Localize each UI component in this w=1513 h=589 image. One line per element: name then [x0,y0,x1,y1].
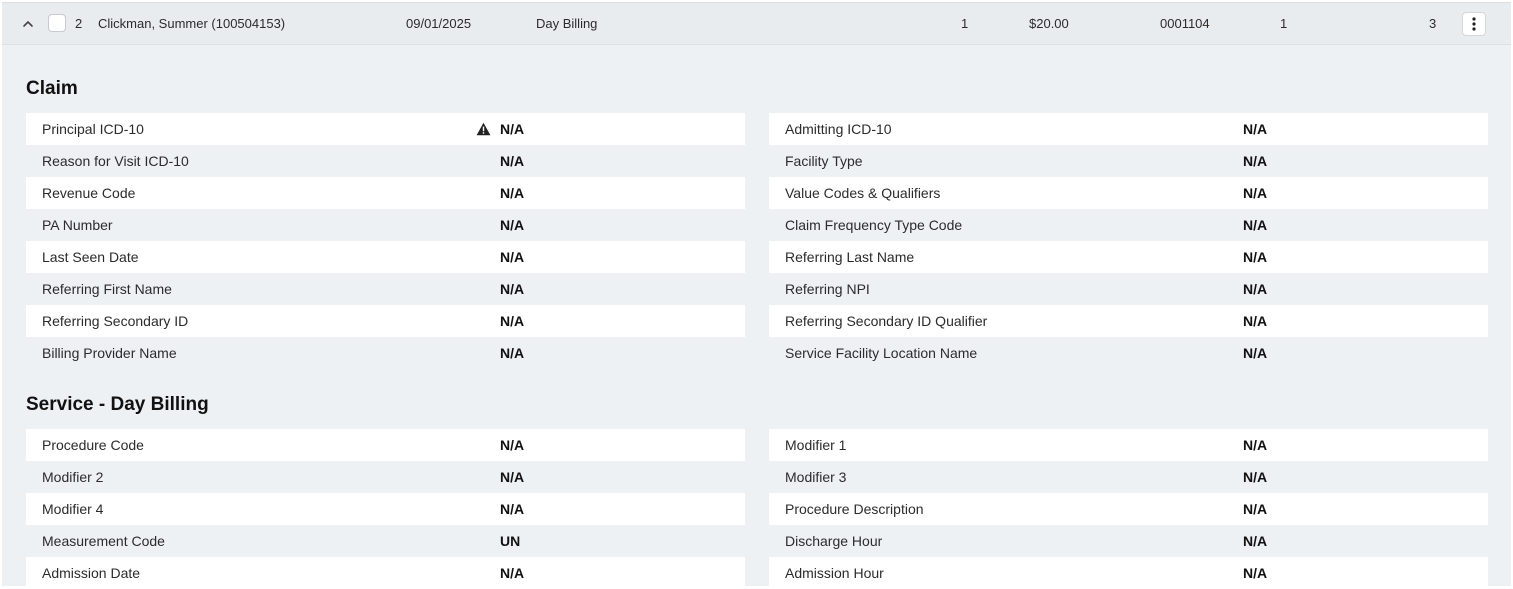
field-row: Revenue Code N/A [26,177,745,209]
field-label: Referring Secondary ID Qualifier [785,313,988,329]
field-label: PA Number [42,217,113,233]
field-value: N/A [1243,533,1268,549]
field-row: Procedure Code N/A [26,429,745,461]
field-label: Service Facility Location Name [785,345,978,361]
amount: $20.00 [1029,16,1069,31]
claim-details-panel: Claim Principal ICD-10 N/A Reason for Visi… [2,45,1511,589]
field-label: Admitting ICD-10 [785,121,892,137]
field-label: Facility Type [785,153,863,169]
field-value: N/A [1243,313,1268,329]
field-value: N/A [1243,345,1268,361]
column-value: 3 [1429,16,1437,31]
field-value: N/A [500,249,525,265]
field-row: Referring Last Name N/A [769,241,1488,273]
field-label: Claim Frequency Type Code [785,217,963,233]
field-value: N/A [500,281,525,297]
field-label: Referring NPI [785,281,870,297]
field-value: N/A [500,501,525,517]
field-row: Value Codes & Qualifiers N/A [769,177,1488,209]
billing-type: Day Billing [536,16,598,31]
field-value: N/A [500,469,525,485]
field-label: Reason for Visit ICD-10 [42,153,189,169]
kebab-menu-icon [1463,13,1485,35]
field-value: N/A [500,185,525,201]
field-value: N/A [500,565,525,581]
field-value: N/A [1243,185,1268,201]
service-section-title: Service - Day Billing [26,394,209,415]
field-label: Billing Provider Name [42,345,177,361]
field-value: N/A [1243,121,1268,137]
field-label: Discharge Hour [785,533,883,549]
claim-section-title: Claim [26,78,78,99]
field-row: Modifier 3 N/A [769,461,1488,493]
field-row: Reason for Visit ICD-10 N/A [26,145,745,177]
warning-triangle-icon [476,122,491,136]
field-row: Last Seen Date N/A [26,241,745,273]
field-row: Billing Provider Name N/A [26,337,745,369]
field-label: Last Seen Date [42,249,139,265]
field-row: Admitting ICD-10 N/A [769,113,1488,145]
field-label: Referring Last Name [785,249,915,265]
field-value: N/A [500,437,525,453]
field-row: Service Facility Location Name N/A [769,337,1488,369]
field-value: N/A [1243,217,1268,233]
field-row: Referring Secondary ID Qualifier N/A [769,305,1488,337]
field-label: Principal ICD-10 [42,121,144,137]
row-index: 2 [75,16,83,31]
field-row: Principal ICD-10 N/A [26,113,745,145]
units-count: 1 [961,16,969,31]
field-row: PA Number N/A [26,209,745,241]
field-value: N/A [500,217,525,233]
field-row: Admission Date N/A [26,557,745,589]
field-label: Measurement Code [42,533,165,549]
row-menu-button[interactable] [1462,12,1486,36]
field-row: Referring First Name N/A [26,273,745,305]
field-row: Measurement Code UN [26,525,745,557]
row-checkbox[interactable] [48,14,66,32]
field-value: N/A [1243,437,1268,453]
field-row: Facility Type N/A [769,145,1488,177]
field-label: Revenue Code [42,185,136,201]
service-date: 09/01/2025 [406,16,472,31]
field-value: N/A [500,313,525,329]
field-label: Value Codes & Qualifiers [785,185,941,201]
field-row: Discharge Hour N/A [769,525,1488,557]
field-row: Referring Secondary ID N/A [26,305,745,337]
client-name: Clickman, Summer (100504153) [98,16,286,31]
field-label: Procedure Description [785,501,924,517]
field-row: Referring NPI N/A [769,273,1488,305]
field-value: N/A [1243,281,1268,297]
billing-row-header[interactable]: 2 Clickman, Summer (100504153) 09/01/202… [2,2,1511,45]
field-label: Modifier 2 [42,469,104,485]
field-label: Procedure Code [42,437,144,453]
field-value: N/A [1243,501,1268,517]
field-label: Referring First Name [42,281,172,297]
field-value: N/A [500,121,525,137]
field-label: Modifier 3 [785,469,847,485]
field-value: N/A [1243,153,1268,169]
chevron-up-icon[interactable] [22,18,34,30]
field-value: UN [500,533,521,549]
field-label: Admission Hour [785,565,884,581]
field-row: Modifier 4 N/A [26,493,745,525]
field-row: Admission Hour N/A [769,557,1488,589]
field-row: Modifier 1 N/A [769,429,1488,461]
code: 0001104 [1160,16,1210,31]
column-value: 1 [1280,16,1288,31]
field-row: Procedure Description N/A [769,493,1488,525]
field-label: Modifier 1 [785,437,847,453]
field-label: Admission Date [42,565,141,581]
field-label: Modifier 4 [42,501,104,517]
field-row: Claim Frequency Type Code N/A [769,209,1488,241]
field-value: N/A [1243,565,1268,581]
field-label: Referring Secondary ID [42,313,189,329]
field-value: N/A [500,345,525,361]
field-value: N/A [1243,469,1268,485]
field-value: N/A [500,153,525,169]
field-row: Modifier 2 N/A [26,461,745,493]
field-value: N/A [1243,249,1268,265]
